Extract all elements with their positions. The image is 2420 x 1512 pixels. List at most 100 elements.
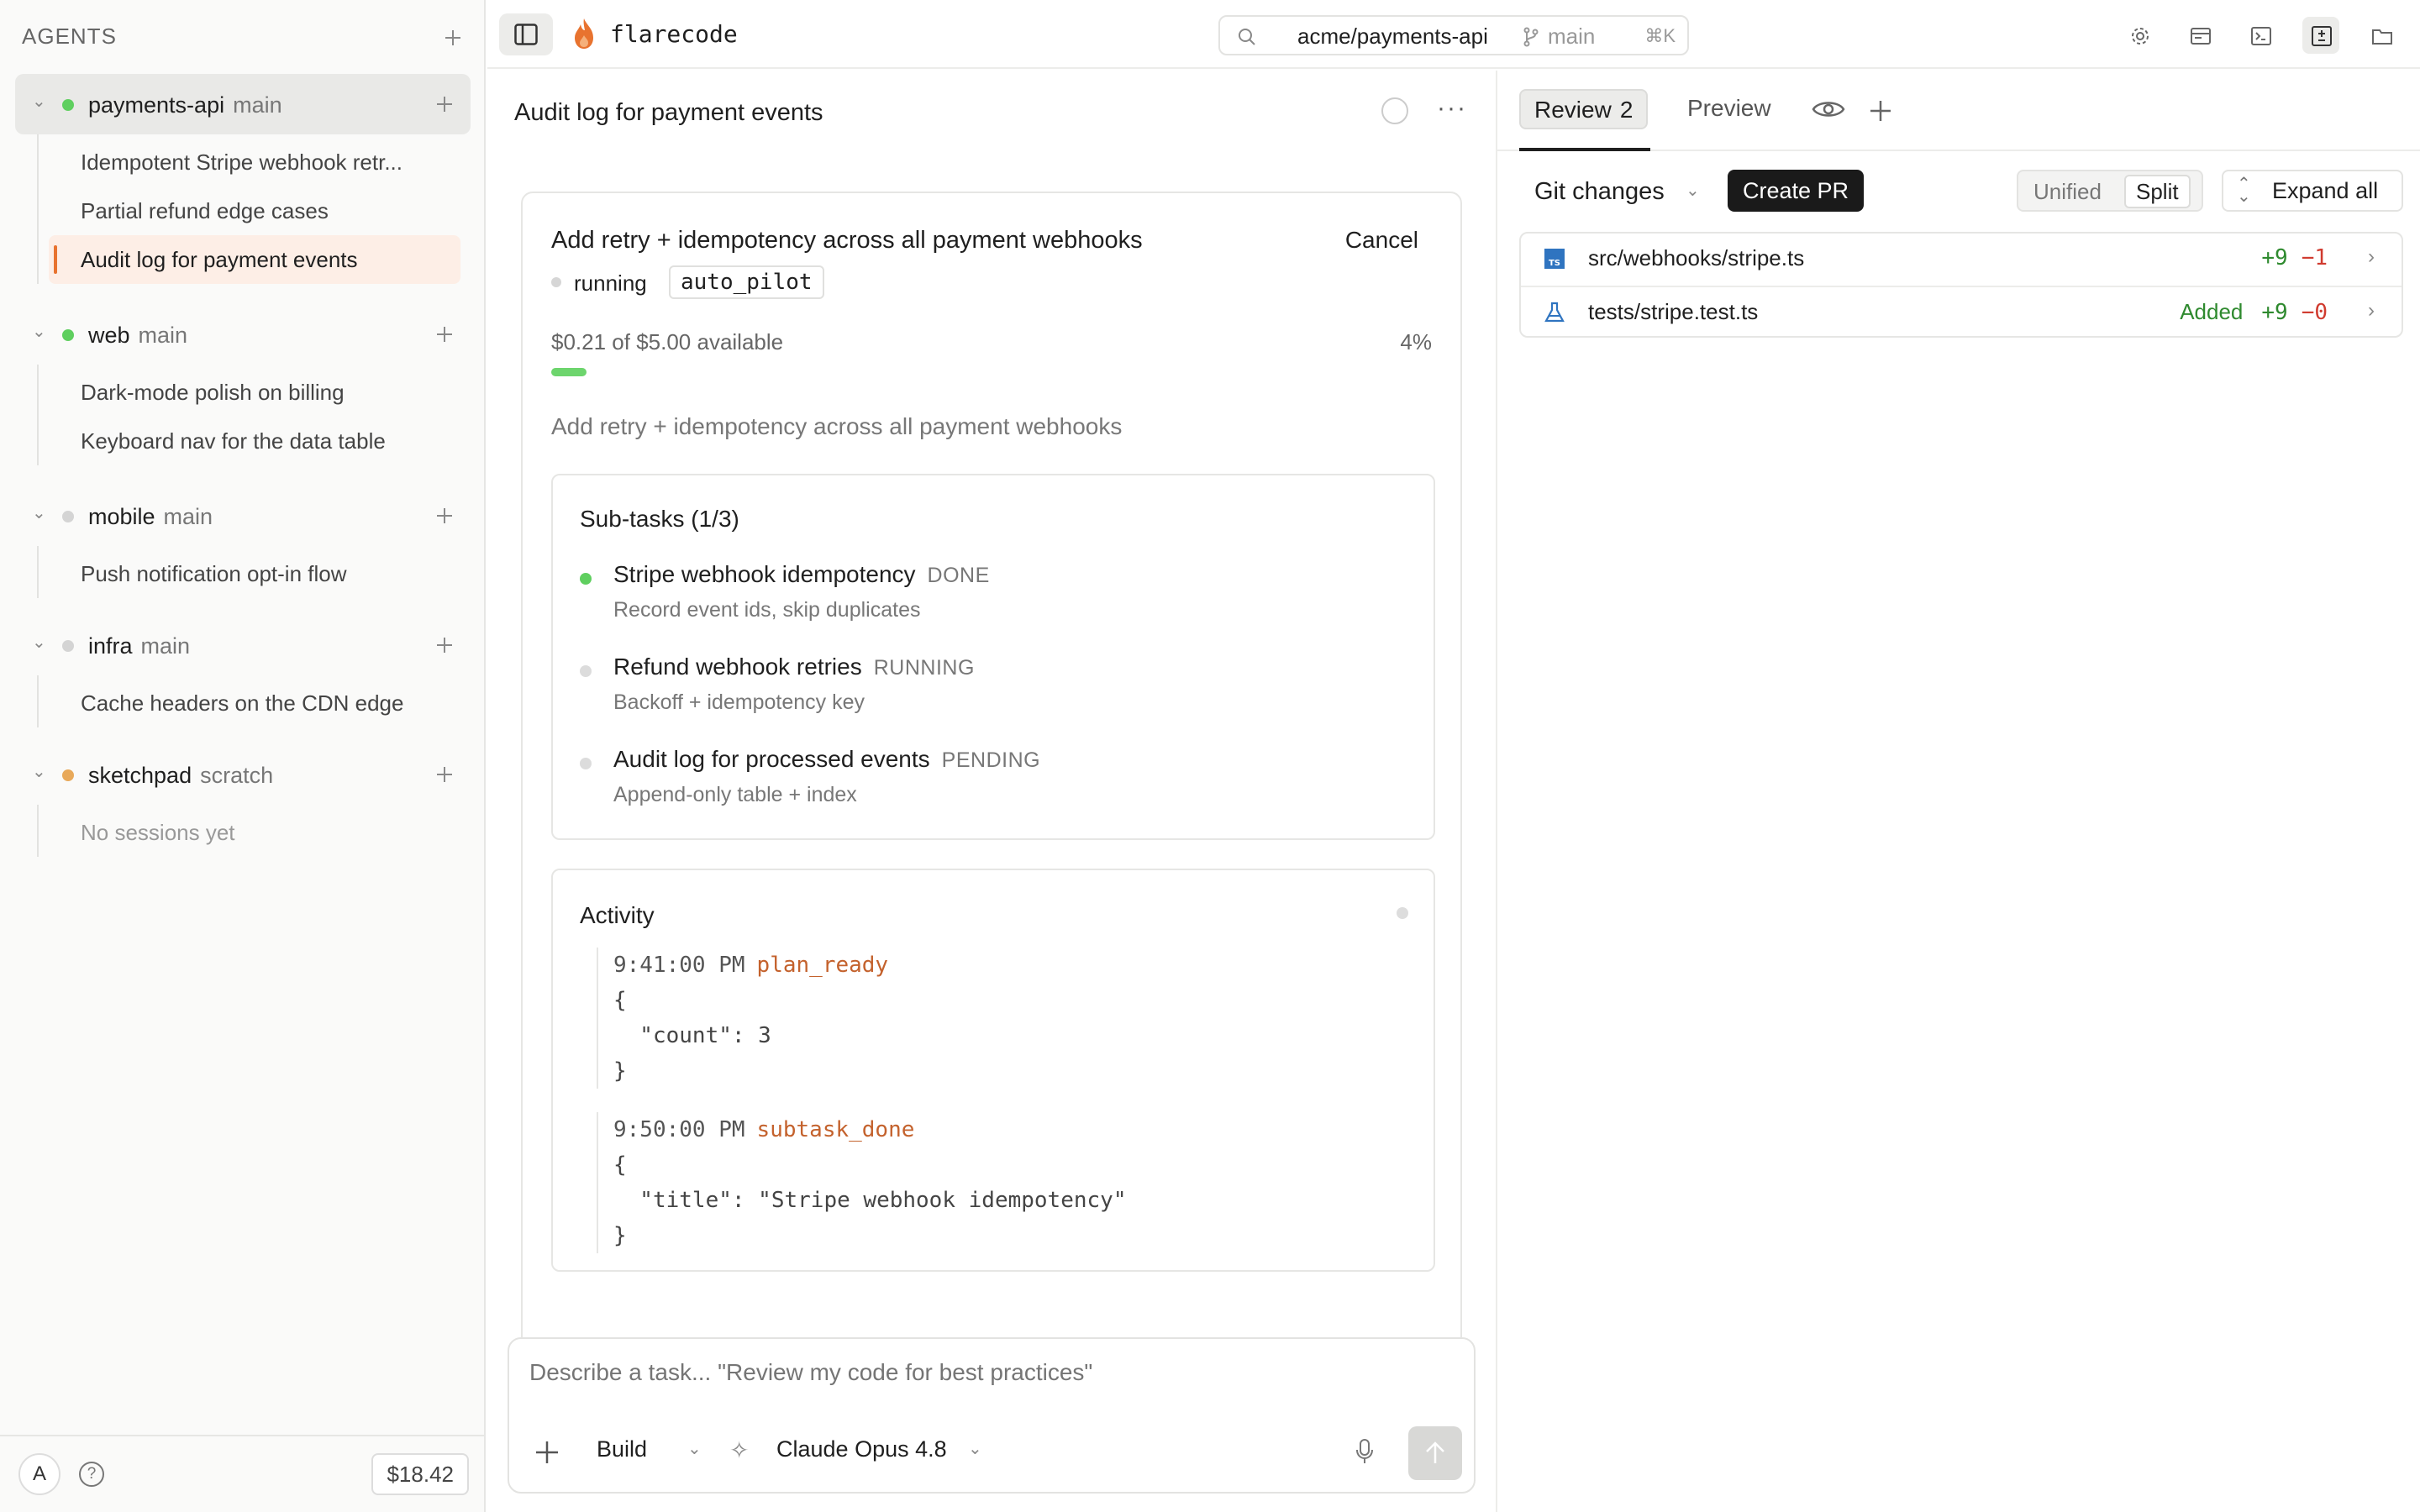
project-name: mobile bbox=[88, 504, 155, 529]
event-payload: { "title": "Stripe webhook idempotency" … bbox=[613, 1152, 1127, 1248]
chevron-down-icon[interactable]: ⌄ bbox=[32, 91, 46, 112]
project-row[interactable]: ⌄ web main bbox=[15, 304, 471, 365]
tab-preview[interactable]: Preview bbox=[1674, 89, 1785, 129]
chevron-down-icon[interactable]: ⌄ bbox=[32, 502, 46, 523]
deletions: −1 bbox=[2301, 245, 2328, 270]
expand-icon: ⌃ ⌄ bbox=[2237, 175, 2251, 206]
sidebar-toggle-icon bbox=[514, 24, 538, 45]
sparkle-icon: ✧ bbox=[729, 1437, 750, 1463]
expand-all-label: Expand all bbox=[2272, 178, 2379, 203]
settings-button[interactable] bbox=[2121, 17, 2158, 54]
sidebar-toggle-button[interactable] bbox=[499, 13, 553, 55]
task-title: Add retry + idempotency across all payme… bbox=[551, 227, 1143, 254]
view-option-unified[interactable]: Unified bbox=[2023, 175, 2112, 208]
review-tabs: Review 2 Preview bbox=[1497, 71, 2420, 151]
task-input[interactable] bbox=[529, 1359, 1454, 1386]
layout-button[interactable] bbox=[2181, 17, 2218, 54]
help-icon[interactable]: ? bbox=[79, 1462, 104, 1487]
eye-icon[interactable] bbox=[1812, 97, 1845, 121]
subtask-status-dot bbox=[580, 758, 592, 769]
project-branch: main bbox=[163, 504, 213, 529]
status-dot bbox=[62, 769, 74, 781]
diff-view-toggle: Unified Split bbox=[2017, 170, 2203, 212]
status-circle-icon[interactable] bbox=[1381, 97, 1408, 124]
project-row[interactable]: ⌄ sketchpad scratch bbox=[15, 744, 471, 805]
tab-label: Preview bbox=[1687, 95, 1771, 121]
event-type: subtask_done bbox=[756, 1117, 915, 1142]
add-agent-icon[interactable] bbox=[445, 30, 460, 45]
session-item[interactable]: Keyboard nav for the data table bbox=[49, 417, 460, 465]
mode-selector[interactable]: Build bbox=[597, 1436, 647, 1462]
chevron-right-icon[interactable]: › bbox=[2368, 299, 2375, 323]
cancel-button[interactable]: Cancel bbox=[1345, 227, 1418, 254]
brand-name: flarecode bbox=[610, 20, 738, 48]
shortcut-hint: ⌘K bbox=[1644, 25, 1676, 46]
project-payments-api: ⌄ payments-api main Idempotent Stripe web… bbox=[15, 74, 471, 284]
session-item[interactable]: Idempotent Stripe webhook retr... bbox=[49, 138, 460, 186]
session-item[interactable]: Dark-mode polish on billing bbox=[49, 368, 460, 417]
activity-panel[interactable]: Activity 9:41:00 PM plan_ready { "count":… bbox=[551, 869, 1435, 1272]
microphone-icon[interactable] bbox=[1355, 1438, 1375, 1465]
expand-all-button[interactable]: ⌃ ⌄ Expand all bbox=[2222, 170, 2403, 212]
typescript-file-icon: TS bbox=[1544, 249, 1565, 269]
subtask-name: Audit log for processed events bbox=[613, 746, 930, 772]
avatar[interactable]: A bbox=[18, 1453, 60, 1495]
new-session-icon[interactable] bbox=[437, 327, 452, 342]
chevron-down-icon[interactable]: ⌄ bbox=[32, 761, 46, 782]
file-row[interactable]: tests/stripe.test.ts Added +9 −0 › bbox=[1521, 286, 2402, 337]
tab-count: 2 bbox=[1619, 97, 1634, 123]
session-item[interactable]: Cache headers on the CDN edge bbox=[49, 679, 460, 727]
git-toolbar: Git changes ⌄ Create PR Unified Split ⌃ ⌄… bbox=[1497, 168, 2420, 215]
session-item[interactable]: Partial refund edge cases bbox=[49, 186, 460, 235]
new-session-icon[interactable] bbox=[437, 638, 452, 653]
terminal-button[interactable] bbox=[2242, 17, 2279, 54]
chevron-down-icon[interactable]: ⌄ bbox=[32, 632, 46, 653]
sidebar-header: AGENTS bbox=[22, 24, 464, 52]
session-list: Push notification opt-in flow bbox=[37, 546, 471, 598]
session-list: Dark-mode polish on billing Keyboard nav… bbox=[37, 365, 471, 465]
tab-review[interactable]: Review 2 bbox=[1519, 89, 1649, 129]
subtask-status-dot bbox=[580, 573, 592, 585]
add-tab-icon[interactable] bbox=[1869, 99, 1892, 123]
project-infra: ⌄ infra main Cache headers on the CDN edg… bbox=[15, 615, 471, 727]
chevron-right-icon[interactable]: › bbox=[2368, 245, 2375, 269]
project-name: payments-api bbox=[88, 92, 225, 118]
add-attachment-icon[interactable] bbox=[534, 1440, 560, 1465]
svg-text:TS: TS bbox=[1549, 259, 1560, 268]
more-options-icon[interactable]: ··· bbox=[1437, 94, 1467, 123]
new-session-icon[interactable] bbox=[437, 508, 452, 523]
status-dot bbox=[62, 99, 74, 111]
status-dot bbox=[62, 329, 74, 341]
project-branch: main bbox=[233, 92, 282, 118]
repo-search-bar[interactable]: acme/payments-api main ⌘K bbox=[1218, 15, 1689, 55]
branch-name: main bbox=[1548, 24, 1596, 49]
new-session-icon[interactable] bbox=[437, 767, 452, 782]
project-row[interactable]: ⌄ infra main bbox=[15, 615, 471, 675]
session-item[interactable]: Push notification opt-in flow bbox=[49, 549, 460, 598]
empty-sessions-text: No sessions yet bbox=[81, 820, 235, 845]
chevron-down-icon[interactable]: ⌄ bbox=[968, 1438, 982, 1459]
file-path: tests/stripe.test.ts bbox=[1588, 299, 1759, 324]
new-session-icon[interactable] bbox=[437, 97, 452, 112]
send-button[interactable] bbox=[1408, 1426, 1462, 1480]
project-name: infra bbox=[88, 633, 133, 659]
model-selector[interactable]: Claude Opus 4.8 bbox=[776, 1436, 947, 1462]
view-option-split[interactable]: Split bbox=[2124, 175, 2191, 208]
chevron-down-icon[interactable]: ⌄ bbox=[1686, 180, 1700, 201]
project-row[interactable]: ⌄ payments-api main bbox=[15, 74, 471, 134]
session-list: Idempotent Stripe webhook retr... Partia… bbox=[37, 134, 471, 284]
active-tab-indicator bbox=[1519, 148, 1650, 151]
chevron-down-icon[interactable]: ⌄ bbox=[687, 1438, 702, 1459]
git-changes-label[interactable]: Git changes bbox=[1534, 178, 1665, 206]
files-button[interactable] bbox=[2363, 17, 2400, 54]
additions: +9 bbox=[2261, 245, 2288, 270]
chevron-down-icon[interactable]: ⌄ bbox=[32, 321, 46, 342]
cost-badge[interactable]: $18.42 bbox=[371, 1453, 469, 1495]
subtask-description: Backoff + idempotency key bbox=[613, 690, 865, 714]
file-row[interactable]: TS src/webhooks/stripe.ts +9 −1 › bbox=[1521, 234, 2402, 285]
diff-panel-button[interactable] bbox=[2302, 17, 2339, 54]
create-pr-button[interactable]: Create PR bbox=[1728, 170, 1865, 212]
project-row[interactable]: ⌄ mobile main bbox=[15, 486, 471, 546]
subtask-description: Record event ids, skip duplicates bbox=[613, 598, 921, 622]
session-item-active[interactable]: Audit log for payment events bbox=[49, 235, 460, 284]
